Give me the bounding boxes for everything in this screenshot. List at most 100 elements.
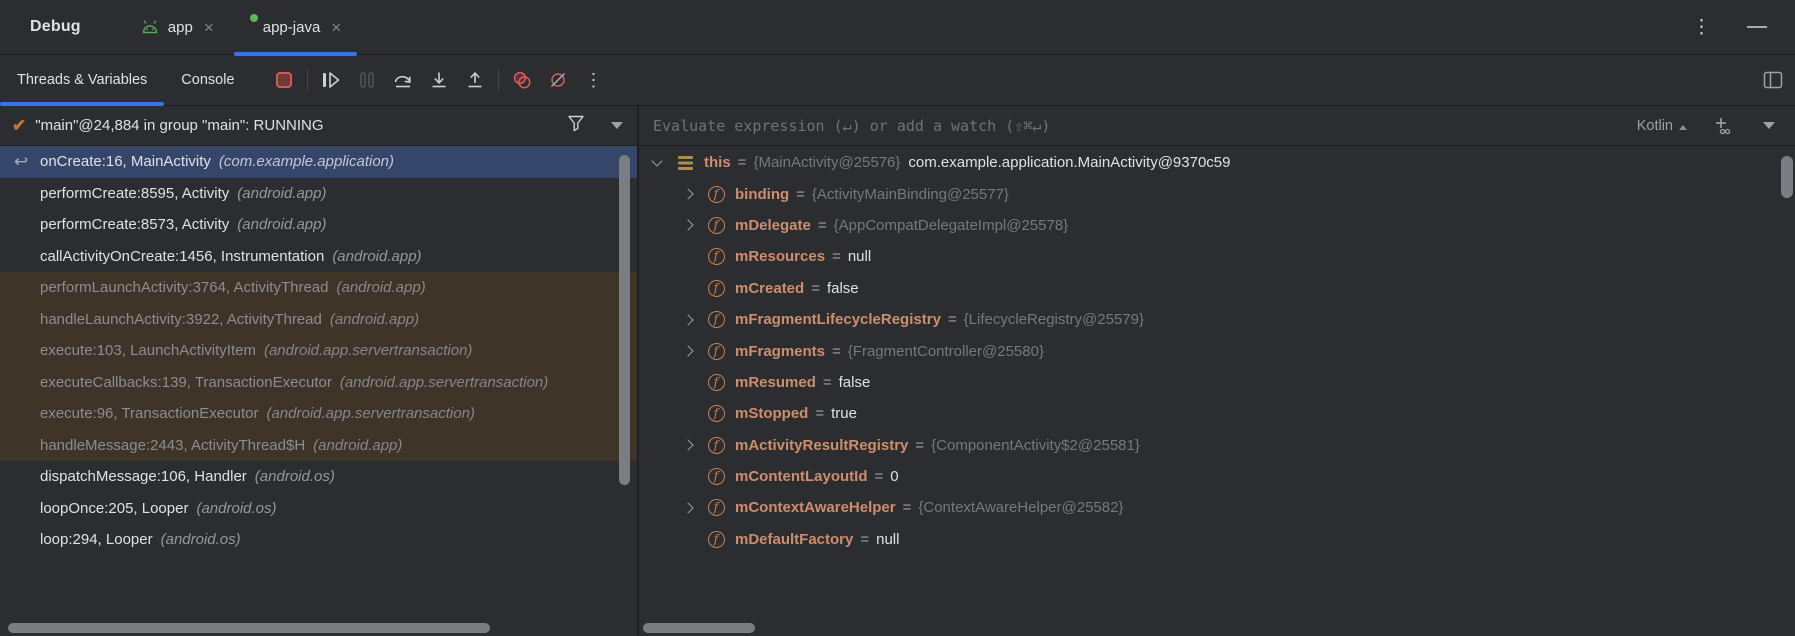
stack-frame-row[interactable]: handleMessage:2443, ActivityThread$H (an… [0, 430, 637, 462]
tab-console[interactable]: Console [164, 55, 251, 105]
language-selector[interactable]: Kotlin [1637, 118, 1687, 134]
stop-button[interactable] [266, 64, 302, 96]
stack-frame-row[interactable]: performCreate:8595, Activity (android.ap… [0, 178, 637, 210]
stop-icon [276, 72, 292, 88]
step-over-button[interactable] [385, 64, 421, 96]
variable-type-icon: f [706, 404, 726, 424]
stack-frame-row[interactable]: loop:294, Looper (android.os) [0, 524, 637, 556]
close-icon[interactable]: × [204, 19, 214, 36]
expand-chevron-icon[interactable] [684, 221, 706, 229]
resume-icon [321, 71, 341, 89]
stack-frame-row[interactable]: handleLaunchActivity:3922, ActivityThrea… [0, 304, 637, 336]
variable-type-icon: f [706, 372, 726, 392]
variable-row[interactable]: f mFragments = {FragmentController@25580… [639, 335, 1795, 366]
frame-method: handleLaunchActivity:3922, ActivityThrea… [40, 311, 322, 328]
filter-frames-icon[interactable] [567, 115, 585, 136]
add-watch-button[interactable] [1713, 116, 1733, 135]
equals-sign: = [832, 248, 841, 265]
language-chevron-icon [1679, 125, 1687, 130]
variable-name: mFragments [735, 343, 825, 360]
expand-chevron-icon[interactable] [684, 316, 706, 324]
frame-package: (android.os) [161, 531, 241, 548]
stack-frame-row[interactable]: executeCallbacks:139, TransactionExecuto… [0, 367, 637, 399]
field-icon: f [708, 311, 725, 328]
frame-method: execute:103, LaunchActivityItem [40, 342, 256, 359]
frame-method: onCreate:16, MainActivity [40, 153, 211, 170]
frame-method: performLaunchActivity:3764, ActivityThre… [40, 279, 328, 296]
frame-package: (android.app.servertransaction) [264, 342, 472, 359]
view-breakpoints-button[interactable] [504, 64, 540, 96]
expand-chevron-icon[interactable] [684, 190, 706, 198]
frames-horizontal-scrollbar[interactable] [8, 623, 490, 633]
more-options-icon[interactable]: ⋮ [1692, 16, 1711, 39]
field-icon: f [708, 531, 725, 548]
field-icon: f [708, 499, 725, 516]
stack-frame-row[interactable]: performCreate:8573, Activity (android.ap… [0, 209, 637, 241]
equals-sign: = [875, 468, 884, 485]
more-actions-button[interactable]: ⋮ [576, 64, 612, 96]
layout-settings-icon[interactable] [1763, 71, 1783, 89]
variables-vertical-scrollbar[interactable] [1781, 156, 1793, 198]
field-icon: f [708, 248, 725, 265]
evaluate-bar: Evaluate expression (↵) or add a watch (… [639, 106, 1795, 146]
variable-name: mContentLayoutId [735, 468, 868, 485]
variable-row[interactable]: f mContentLayoutId = 0 [639, 461, 1795, 492]
stack-frame-row[interactable]: performLaunchActivity:3764, ActivityThre… [0, 272, 637, 304]
stack-frame-row[interactable]: execute:96, TransactionExecutor (android… [0, 398, 637, 430]
variable-name: mStopped [735, 405, 808, 422]
expand-chevron-icon[interactable] [684, 441, 706, 449]
stack-frame-row[interactable]: loopOnce:205, Looper (android.os) [0, 493, 637, 525]
stack-frame-row[interactable]: execute:103, LaunchActivityItem (android… [0, 335, 637, 367]
variable-row[interactable]: f mResumed = false [639, 367, 1795, 398]
tab-app[interactable]: app × [121, 0, 232, 54]
expand-chevron-icon[interactable] [684, 347, 706, 355]
variable-row[interactable]: f mDelegate = {AppCompatDelegateImpl@255… [639, 210, 1795, 241]
variable-row[interactable]: f mStopped = true [639, 398, 1795, 429]
variable-row[interactable]: f mFragmentLifecycleRegistry = {Lifecycl… [639, 304, 1795, 335]
tab-label: app [168, 19, 193, 36]
field-icon: f [708, 217, 725, 234]
frame-method: execute:96, TransactionExecutor [40, 405, 258, 422]
tab-label: app-java [263, 19, 321, 36]
current-frame-back-icon: ↩ [14, 152, 40, 172]
variable-row[interactable]: f mCreated = false [639, 273, 1795, 304]
expand-chevron-icon[interactable] [653, 160, 675, 165]
variable-reference: {MainActivity@25576} [753, 154, 900, 171]
stack-frame-row[interactable]: dispatchMessage:106, Handler (android.os… [0, 461, 637, 493]
tab-label: Threads & Variables [17, 72, 147, 88]
step-out-button[interactable] [457, 64, 493, 96]
tab-threads-variables[interactable]: Threads & Variables [0, 55, 164, 105]
expand-chevron-icon[interactable] [684, 504, 706, 512]
variable-row[interactable]: this = {MainActivity@25576} com.example.… [639, 147, 1795, 178]
debugger-toolbar: Threads & Variables Console [0, 55, 1795, 106]
variable-type-icon: f [706, 341, 726, 361]
frame-package: (android.app) [313, 437, 402, 454]
variable-row[interactable]: f mActivityResultRegistry = {ComponentAc… [639, 430, 1795, 461]
variables-horizontal-scrollbar[interactable] [643, 623, 755, 633]
field-icon: f [708, 280, 725, 297]
thread-selector[interactable]: ✔ "main"@24,884 in group "main": RUNNING [0, 106, 637, 146]
variable-type-icon: f [706, 184, 726, 204]
step-into-button[interactable] [421, 64, 457, 96]
minimize-icon[interactable] [1747, 26, 1767, 28]
variable-type-icon: f [706, 278, 726, 298]
evaluate-expression-input[interactable]: Evaluate expression (↵) or add a watch (… [653, 117, 1637, 135]
tab-app-java[interactable]: app-java × [232, 0, 359, 54]
equals-sign: = [903, 499, 912, 516]
variable-name: this [704, 154, 731, 171]
stack-frame-row[interactable]: callActivityOnCreate:1456, Instrumentati… [0, 241, 637, 273]
mute-breakpoints-button[interactable] [540, 64, 576, 96]
pause-button[interactable] [349, 64, 385, 96]
variable-name: mResources [735, 248, 825, 265]
field-icon: f [708, 343, 725, 360]
thread-dropdown-chevron-icon[interactable] [611, 122, 623, 129]
panel-dropdown-chevron-icon[interactable] [1763, 122, 1775, 129]
variable-row[interactable]: f mResources = null [639, 241, 1795, 272]
variable-row[interactable]: f mContextAwareHelper = {ContextAwareHel… [639, 492, 1795, 523]
close-icon[interactable]: × [331, 19, 341, 36]
variable-row[interactable]: f binding = {ActivityMainBinding@25577} [639, 178, 1795, 209]
resume-button[interactable] [313, 64, 349, 96]
frames-vertical-scrollbar[interactable] [619, 155, 630, 485]
variable-row[interactable]: f mDefaultFactory = null [639, 524, 1795, 555]
stack-frame-row[interactable]: ↩ onCreate:16, MainActivity (com.example… [0, 146, 637, 178]
